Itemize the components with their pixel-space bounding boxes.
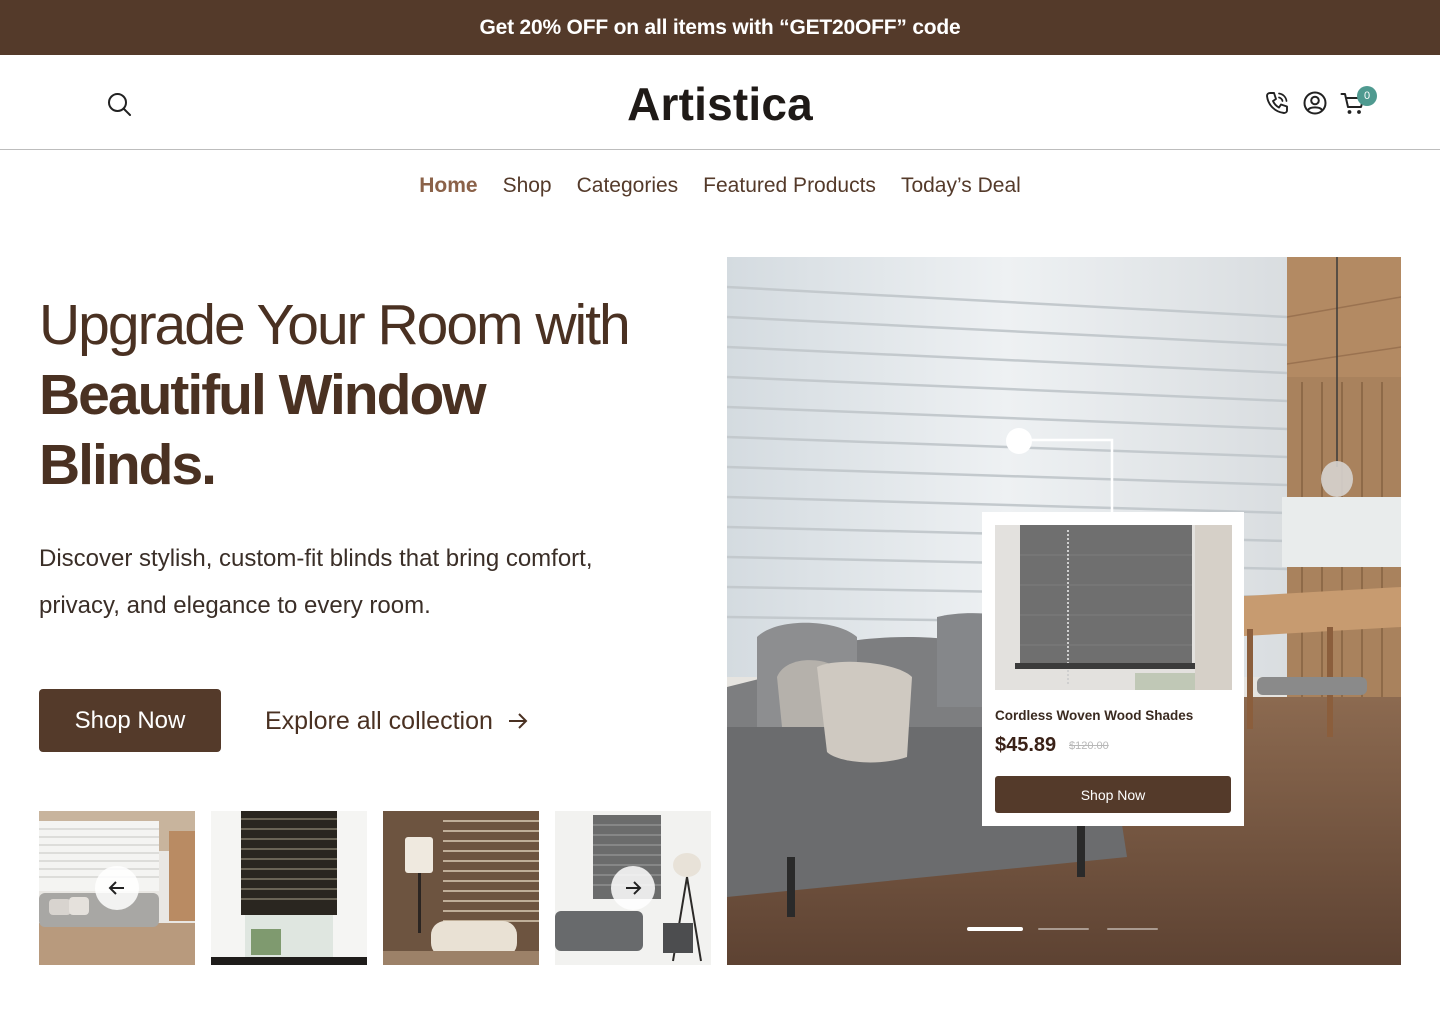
product-price: $45.89 [995, 734, 1057, 756]
nav-categories[interactable]: Categories [577, 174, 679, 198]
product-card: Cordless Woven Wood Shades $45.89 $120.0… [982, 512, 1244, 826]
arrow-right-icon [508, 713, 528, 729]
product-image [995, 525, 1232, 690]
user-icon[interactable] [1302, 90, 1328, 116]
thumbnail-wooden-blinds[interactable] [383, 811, 539, 965]
nav-home[interactable]: Home [419, 174, 477, 198]
shop-now-button[interactable]: Shop Now [39, 689, 221, 752]
hero-title-line-1: Upgrade Your Room with [39, 293, 631, 357]
product-old-price: $120.00 [1069, 740, 1109, 752]
slider-dot-3[interactable] [1107, 928, 1158, 930]
arrow-left-icon [108, 881, 124, 895]
explore-collection-link[interactable]: Explore all collection [265, 700, 529, 742]
site-logo[interactable]: Artistica [0, 77, 1440, 131]
promo-banner: Get 20% OFF on all items with “GET20OFF”… [0, 0, 1440, 55]
product-hotspot[interactable] [1006, 428, 1032, 454]
site-header: Artistica 0 [0, 55, 1440, 150]
slider-dot-1-active[interactable] [967, 927, 1023, 931]
product-shop-now-button[interactable]: Shop Now [995, 776, 1231, 813]
arrow-right-icon [626, 881, 642, 895]
hero-title: Upgrade Your Room with Beautiful Window … [39, 290, 699, 500]
hero-title-line-2: Beautiful Window [39, 363, 487, 427]
explore-collection-label: Explore all collection [265, 706, 493, 735]
thumbnail-prev-button[interactable] [95, 866, 139, 910]
thumbnail-next-button[interactable] [611, 866, 655, 910]
hero-description: Discover stylish, custom-fit blinds that… [39, 545, 593, 619]
cart-count-badge: 0 [1357, 86, 1377, 106]
nav-featured-products[interactable]: Featured Products [703, 174, 876, 198]
main-nav: Home Shop Categories Featured Products T… [0, 150, 1440, 222]
nav-shop[interactable]: Shop [503, 174, 552, 198]
product-name: Cordless Woven Wood Shades [995, 708, 1194, 723]
nav-todays-deal[interactable]: Today’s Deal [901, 174, 1021, 198]
slider-dot-2[interactable] [1038, 928, 1089, 930]
promo-text: Get 20% OFF on all items with “GET20OFF”… [479, 15, 961, 39]
thumbnail-black-venetian[interactable] [211, 811, 367, 965]
hero-title-line-3: Blinds. [39, 433, 217, 497]
phone-icon[interactable] [1264, 90, 1290, 116]
